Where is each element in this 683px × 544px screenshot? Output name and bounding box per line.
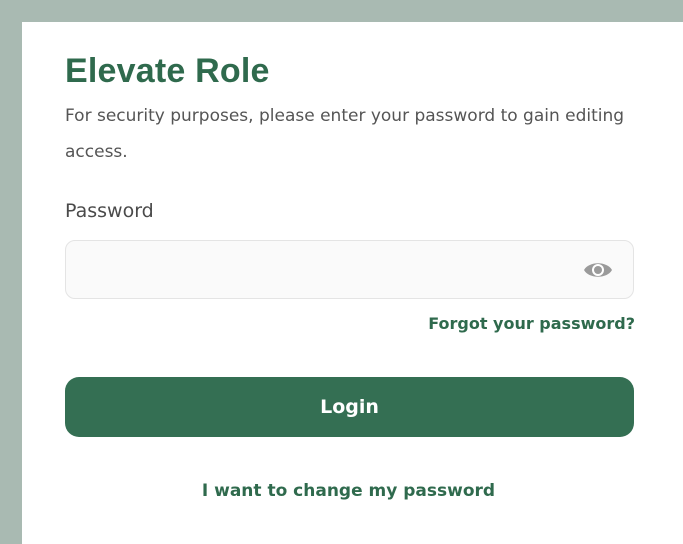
- login-button[interactable]: Login: [65, 377, 634, 437]
- password-field-wrapper: [65, 240, 634, 299]
- change-password-link[interactable]: I want to change my password: [22, 481, 675, 501]
- forgot-password-link[interactable]: Forgot your password?: [428, 314, 635, 333]
- elevate-role-dialog: Elevate Role For security purposes, plea…: [22, 22, 683, 544]
- dialog-subtitle: For security purposes, please enter your…: [65, 106, 625, 162]
- password-label: Password: [65, 200, 154, 222]
- dialog-title: Elevate Role: [65, 52, 270, 90]
- password-input[interactable]: [66, 241, 633, 298]
- eye-icon[interactable]: [583, 259, 613, 281]
